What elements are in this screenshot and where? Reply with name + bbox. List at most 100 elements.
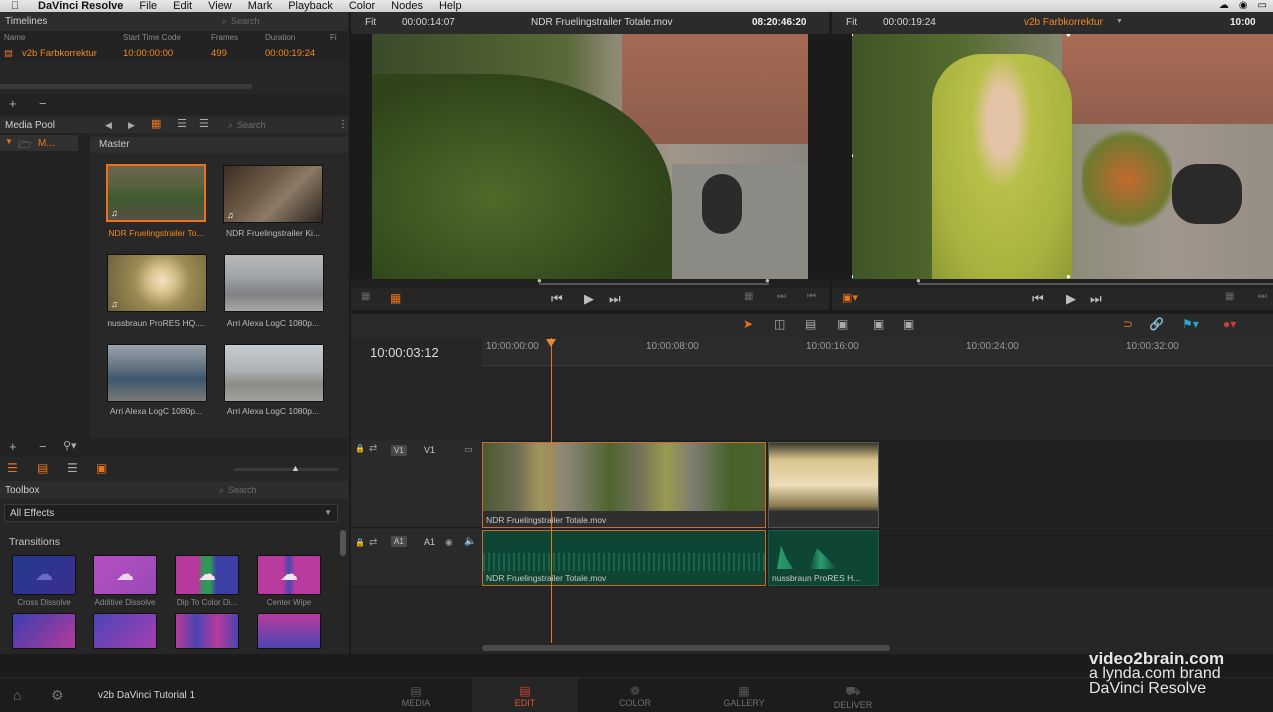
add-icon[interactable]: + [9, 97, 17, 110]
apple-icon[interactable]:  [0, 0, 30, 12]
list-view-icon[interactable]: ☰ [177, 118, 187, 131]
scrub-handle-icon[interactable]: ● [537, 276, 542, 285]
jump-back-icon[interactable]: ⏮ [1032, 291, 1044, 307]
list-icon[interactable]: ☰ [7, 462, 18, 475]
video-clip[interactable]: NDR Fruelingstrailer Totale.mov [482, 442, 766, 528]
selection-tool-icon[interactable]: ➤ [743, 318, 753, 331]
clip-thumbnail[interactable] [224, 344, 324, 402]
tab-gallery[interactable]: ▦ GALLERY [691, 678, 797, 712]
col-frames[interactable]: Frames [211, 33, 238, 42]
replace-icon[interactable]: ▣ [903, 318, 914, 331]
clip-thumbnail[interactable]: ♫ [106, 164, 206, 222]
step-icon[interactable]: ⏮ [807, 291, 816, 302]
insert-icon[interactable]: ▣ [837, 318, 848, 331]
effect-thumbnail[interactable] [93, 613, 157, 649]
solo-icon[interactable]: ◉ [445, 537, 453, 548]
grid-view-icon[interactable]: ▦ [151, 118, 161, 131]
clip-thumbnail[interactable] [107, 344, 207, 402]
timeline-row[interactable]: ▤ v2b Farbkorrektur 10:00:00:00 499 00:0… [0, 45, 348, 61]
video-clip[interactable] [768, 442, 879, 528]
toolbox-icon[interactable]: ▣ [96, 462, 107, 475]
forward-icon[interactable]: ▶ [128, 119, 135, 132]
zoom-icon[interactable]: ⚲▾ [63, 440, 77, 453]
tab-edit[interactable]: ▤ EDIT [472, 678, 578, 712]
timeline-scrollbar[interactable] [482, 645, 890, 651]
eye-icon[interactable]: ◉ [1239, 0, 1248, 11]
auto-select-icon[interactable]: ⇄ [369, 537, 377, 548]
creative-cloud-icon[interactable]: ☁ [1219, 0, 1229, 11]
tab-media[interactable]: ▤ MEDIA [363, 678, 469, 712]
scrub-handle-icon[interactable]: ● [765, 276, 770, 285]
match-frame-icon[interactable]: ▦ [1225, 291, 1234, 302]
record-video-frame[interactable]: ● ● ● ● ● [852, 34, 1273, 279]
effect-dip-to-color[interactable]: ☁ [175, 555, 239, 595]
sort-icon[interactable]: ☰ [199, 118, 209, 131]
effect-cross-dissolve[interactable]: ☁ [12, 555, 76, 595]
col-fi[interactable]: Fi [330, 33, 337, 42]
source-scrubber[interactable]: ● ● [351, 276, 829, 288]
match-frame-icon[interactable]: ▦ [744, 291, 753, 302]
tab-color[interactable]: ❁ COLOR [582, 678, 688, 712]
scrub-handle-icon[interactable]: ● [916, 276, 921, 285]
col-duration[interactable]: Duration [265, 33, 295, 42]
home-icon[interactable]: ⌂ [13, 687, 21, 703]
playhead[interactable] [551, 338, 552, 643]
jump-forward-icon[interactable]: ⏭ [1090, 291, 1102, 307]
menu-view[interactable]: View [200, 0, 240, 12]
clip-thumbnail[interactable]: ♫ [223, 165, 323, 223]
link-icon[interactable]: 🔗 [1149, 318, 1164, 331]
jump-back-icon[interactable]: ⏮ [551, 291, 563, 307]
step-icon[interactable]: ⏭ [1258, 291, 1267, 302]
settings-gear-icon[interactable]: ⚙ [51, 687, 64, 704]
trim-tool-icon[interactable]: ◫ [774, 318, 785, 331]
play-icon[interactable]: ▶ [1066, 291, 1076, 307]
edit-index-icon[interactable]: ☰ [67, 462, 78, 475]
transform-handle-icon[interactable]: ● [1066, 34, 1071, 39]
speaker-icon[interactable]: 🔈 [464, 536, 476, 547]
thumb-size-slider[interactable]: ▲ [234, 463, 338, 473]
tab-deliver[interactable]: ⛟ DELIVER [800, 678, 906, 712]
track-badge[interactable]: A1 [391, 536, 407, 547]
filmstrip-icon[interactable]: ▦ [390, 291, 401, 305]
transform-icon[interactable]: ▣▾ [842, 291, 858, 304]
toolbox-search[interactable]: Search [219, 485, 257, 496]
menu-edit[interactable]: Edit [165, 0, 200, 12]
effects-scrollbar[interactable] [340, 530, 346, 556]
menu-help[interactable]: Help [431, 0, 470, 12]
audio-clip[interactable]: nussbraun ProRES H... [768, 530, 879, 586]
record-zoom[interactable]: Fit [846, 17, 857, 28]
auto-select-icon[interactable]: ⇄ [369, 443, 377, 454]
effect-additive-dissolve[interactable]: ☁ [93, 555, 157, 595]
monitor-icon[interactable]: ▭ [464, 444, 473, 455]
overwrite-icon[interactable]: ▣ [873, 318, 884, 331]
audio-clip[interactable]: NDR Fruelingstrailer Totale.mov [482, 530, 766, 586]
effect-thumbnail[interactable] [12, 613, 76, 649]
menu-color[interactable]: Color [341, 0, 383, 12]
back-icon[interactable]: ◀ [105, 119, 112, 132]
bin-icon[interactable]: ▤ [37, 462, 48, 475]
timeline-ruler[interactable]: 10:00:00:00 10:00:08:00 10:00:16:00 10:0… [482, 338, 1273, 366]
lock-icon[interactable]: 🔒 [355, 538, 365, 547]
menu-playback[interactable]: Playback [280, 0, 341, 12]
media-pool-search[interactable]: Search [228, 120, 266, 131]
menu-mark[interactable]: Mark [240, 0, 280, 12]
clip-thumbnail[interactable]: ♫ [107, 254, 207, 312]
jump-forward-icon[interactable]: ⏭ [609, 291, 621, 307]
transform-handle-icon[interactable]: ● [852, 151, 854, 160]
lock-icon[interactable]: 🔒 [355, 444, 365, 453]
snapping-icon[interactable]: ⊃ [1123, 318, 1133, 331]
tree-item-master[interactable]: ▼ 🗁 M... [0, 135, 78, 151]
display-icon[interactable]: ▭ [1258, 0, 1267, 11]
effect-thumbnail[interactable] [257, 613, 321, 649]
flag-icon[interactable]: ⚑▾ [1182, 318, 1199, 331]
track-badge[interactable]: V1 [391, 445, 407, 456]
add-icon[interactable]: + [9, 440, 17, 453]
timelines-scrollbar[interactable] [0, 84, 252, 89]
slider-handle-icon[interactable]: ▲ [291, 463, 300, 473]
menu-file[interactable]: File [131, 0, 165, 12]
step-icon[interactable]: ⏭ [777, 291, 786, 302]
source-video-frame[interactable] [372, 34, 808, 279]
menu-app-name[interactable]: DaVinci Resolve [30, 0, 131, 12]
effect-thumbnail[interactable] [175, 613, 239, 649]
marker-icon[interactable]: ●▾ [1223, 318, 1236, 331]
